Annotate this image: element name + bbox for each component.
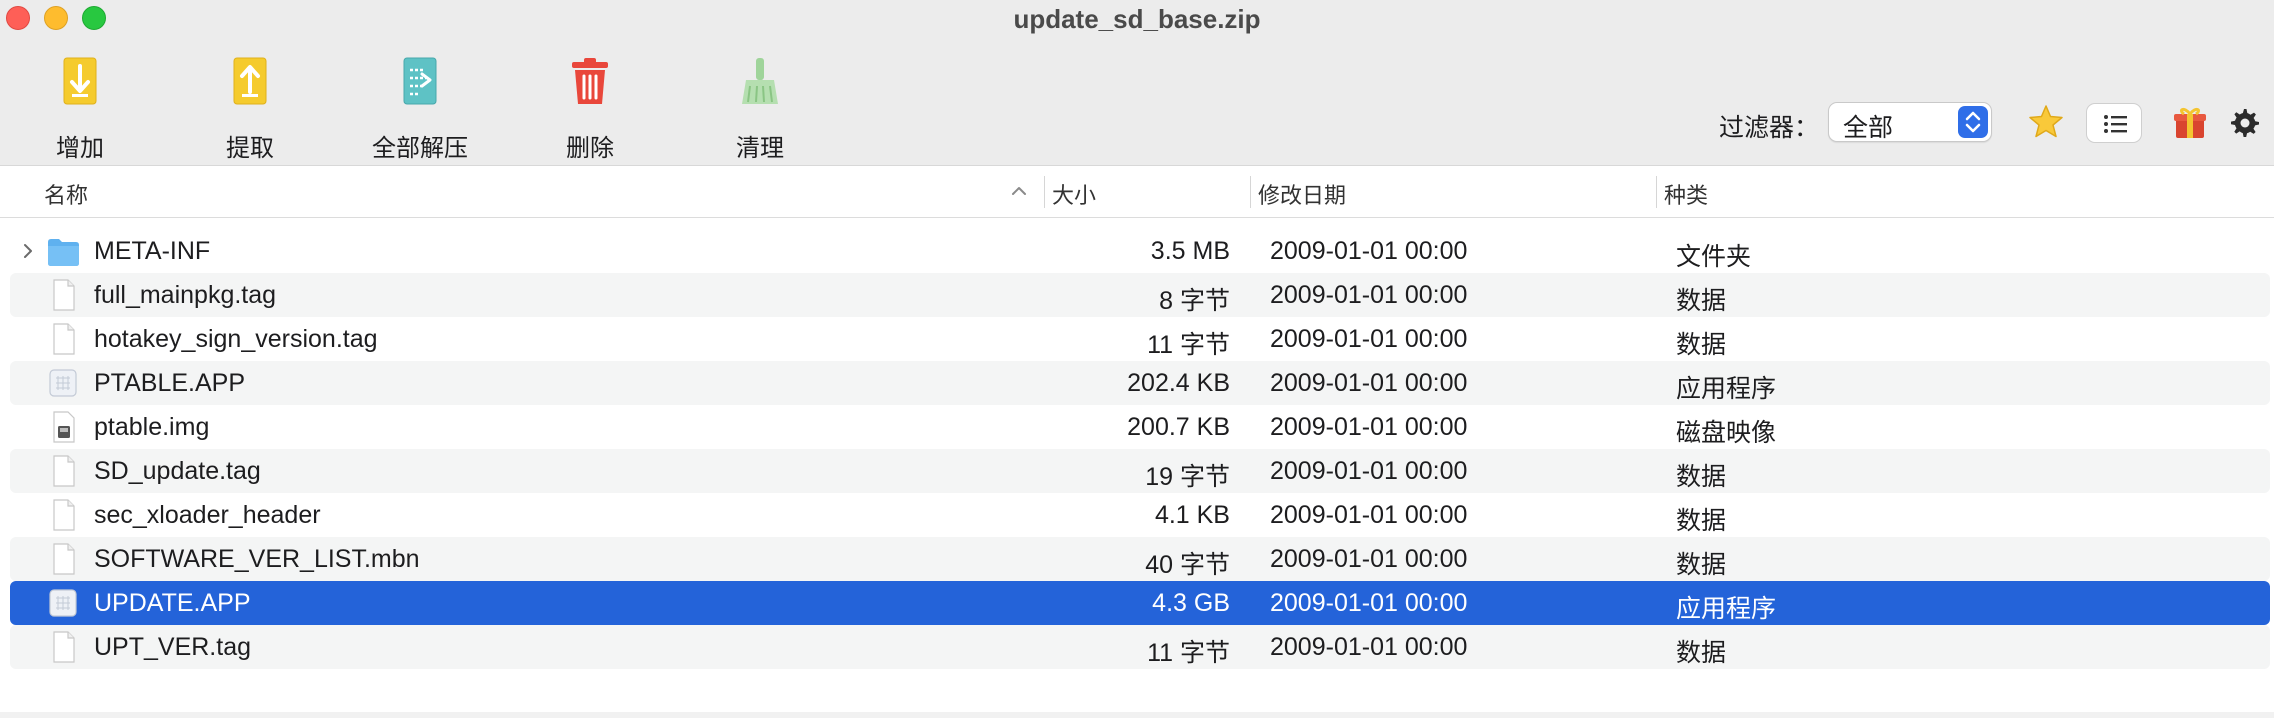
file-row[interactable]: ptable.img 200.7 KB 2009-01-01 00:00 磁盘映像 xyxy=(10,405,2270,449)
file-kind: 数据 xyxy=(1676,507,1727,535)
column-divider[interactable] xyxy=(1656,176,1657,208)
application-icon xyxy=(49,589,77,617)
broom-icon xyxy=(742,58,778,104)
file-name: SD_update.tag xyxy=(94,457,261,485)
filter-select[interactable]: 全部 xyxy=(1828,102,1992,142)
extract-all-label: 全部解压 xyxy=(372,135,468,162)
gift-icon[interactable] xyxy=(2172,104,2208,140)
column-divider[interactable] xyxy=(1250,176,1251,208)
file-modified-date: 2009-01-01 00:00 xyxy=(1270,325,1468,353)
star-icon[interactable] xyxy=(2028,104,2064,140)
file-row[interactable]: PTABLE.APP 202.4 KB 2009-01-01 00:00 应用程序 xyxy=(10,361,2270,405)
document-icon xyxy=(53,279,75,311)
extract-button[interactable]: 提取 xyxy=(175,56,325,163)
file-row[interactable]: hotakey_sign_version.tag 11 字节 2009-01-01 … xyxy=(10,317,2270,361)
file-row[interactable]: sec_xloader_header 4.1 KB 2009-01-01 00:00… xyxy=(10,493,2270,537)
filter-value: 全部 xyxy=(1843,114,1894,142)
file-row[interactable]: full_mainpkg.tag 8 字节 2009-01-01 00:00 数据 xyxy=(10,273,2270,317)
disclosure-chevron-icon[interactable] xyxy=(22,243,34,259)
file-modified-date: 2009-01-01 00:00 xyxy=(1270,633,1468,661)
file-name: UPT_VER.tag xyxy=(94,633,252,661)
delete-button[interactable]: 删除 xyxy=(515,56,665,163)
sort-ascending-icon[interactable] xyxy=(1010,184,1028,198)
file-name: full_mainpkg.tag xyxy=(94,281,277,309)
file-kind: 数据 xyxy=(1676,639,1727,667)
file-name: PTABLE.APP xyxy=(94,369,245,397)
file-kind: 应用程序 xyxy=(1676,595,1777,623)
filter-label: 过滤器： xyxy=(1719,114,1820,142)
file-kind: 数据 xyxy=(1676,331,1727,359)
gear-icon[interactable] xyxy=(2228,106,2260,138)
file-size: 4.1 KB xyxy=(1154,501,1230,529)
file-size: 200.7 KB xyxy=(1127,413,1230,441)
file-name: hotakey_sign_version.tag xyxy=(94,325,378,353)
file-kind: 文件夹 xyxy=(1676,243,1752,271)
file-modified-date: 2009-01-01 00:00 xyxy=(1270,501,1468,529)
file-modified-date: 2009-01-01 00:00 xyxy=(1270,545,1468,573)
file-kind: 磁盘映像 xyxy=(1676,419,1777,447)
status-bar xyxy=(0,712,2274,718)
file-size: 19 字节 xyxy=(1145,463,1230,491)
document-icon xyxy=(53,631,75,663)
file-row[interactable]: UPDATE.APP 4.3 GB 2009-01-01 00:00 应用程序 xyxy=(10,581,2270,625)
extract-all-button[interactable]: 全部解压 xyxy=(345,56,495,163)
column-kind-header[interactable]: 种类 xyxy=(1664,178,1708,210)
file-row[interactable]: UPT_VER.tag 11 字节 2009-01-01 00:00 数据 xyxy=(10,625,2270,669)
file-size: 11 字节 xyxy=(1147,331,1230,359)
delete-label: 删除 xyxy=(566,135,614,162)
add-icon xyxy=(63,57,97,105)
extract-label: 提取 xyxy=(226,135,274,162)
document-icon xyxy=(53,455,75,487)
column-header: 名称 大小 修改日期 种类 xyxy=(0,166,2274,218)
file-size: 3.5 MB xyxy=(1150,237,1230,265)
column-size-header[interactable]: 大小 xyxy=(1052,178,1096,210)
file-modified-date: 2009-01-01 00:00 xyxy=(1270,413,1468,441)
file-modified-date: 2009-01-01 00:00 xyxy=(1270,457,1468,485)
file-size: 4.3 GB xyxy=(1152,589,1230,617)
file-name: ptable.img xyxy=(94,413,210,441)
file-size: 8 字节 xyxy=(1159,287,1230,315)
clean-label: 清理 xyxy=(736,135,784,162)
file-modified-date: 2009-01-01 00:00 xyxy=(1270,281,1468,309)
folder-icon xyxy=(48,239,79,266)
file-name: sec_xloader_header xyxy=(94,501,321,529)
column-modified-header[interactable]: 修改日期 xyxy=(1258,178,1346,210)
add-label: 增加 xyxy=(56,135,104,162)
file-kind: 数据 xyxy=(1676,551,1727,579)
file-row[interactable]: SD_update.tag 19 字节 2009-01-01 00:00 数据 xyxy=(10,449,2270,493)
extract-all-icon xyxy=(403,57,437,105)
list-view-button[interactable] xyxy=(2086,103,2142,143)
file-size: 11 字节 xyxy=(1147,639,1230,667)
trash-icon xyxy=(572,58,608,104)
file-name: META-INF xyxy=(94,237,211,265)
application-icon xyxy=(49,369,77,397)
document-icon xyxy=(53,499,75,531)
list-icon xyxy=(2104,115,2127,133)
extract-icon xyxy=(233,57,267,105)
file-kind: 应用程序 xyxy=(1676,375,1777,403)
document-icon xyxy=(53,543,75,575)
file-row[interactable]: META-INF 3.5 MB 2009-01-01 00:00 文件夹 xyxy=(10,229,2270,273)
file-modified-date: 2009-01-01 00:00 xyxy=(1270,589,1468,617)
file-name: SOFTWARE_VER_LIST.mbn xyxy=(94,545,420,573)
window-chrome: update_sd_base.zip 增加 提取 全部解压 删除 清理 过滤器：… xyxy=(0,0,2274,166)
file-name: UPDATE.APP xyxy=(94,589,251,617)
filter-stepper[interactable] xyxy=(1958,106,1988,138)
file-size: 202.4 KB xyxy=(1127,369,1230,397)
clean-button[interactable]: 清理 xyxy=(685,56,835,163)
disk-image-icon xyxy=(53,411,75,443)
file-modified-date: 2009-01-01 00:00 xyxy=(1270,237,1468,265)
add-button[interactable]: 增加 xyxy=(5,56,155,163)
chevron-updown-icon xyxy=(1965,111,1981,133)
file-kind: 数据 xyxy=(1676,287,1727,315)
file-kind: 数据 xyxy=(1676,463,1727,491)
file-modified-date: 2009-01-01 00:00 xyxy=(1270,369,1468,397)
file-size: 40 字节 xyxy=(1145,551,1230,579)
document-icon xyxy=(53,323,75,355)
window-title: update_sd_base.zip xyxy=(1013,4,1261,34)
column-name-header[interactable]: 名称 xyxy=(44,178,88,210)
column-divider[interactable] xyxy=(1044,176,1045,208)
file-row[interactable]: SOFTWARE_VER_LIST.mbn 40 字节 2009-01-01 00:… xyxy=(10,537,2270,581)
